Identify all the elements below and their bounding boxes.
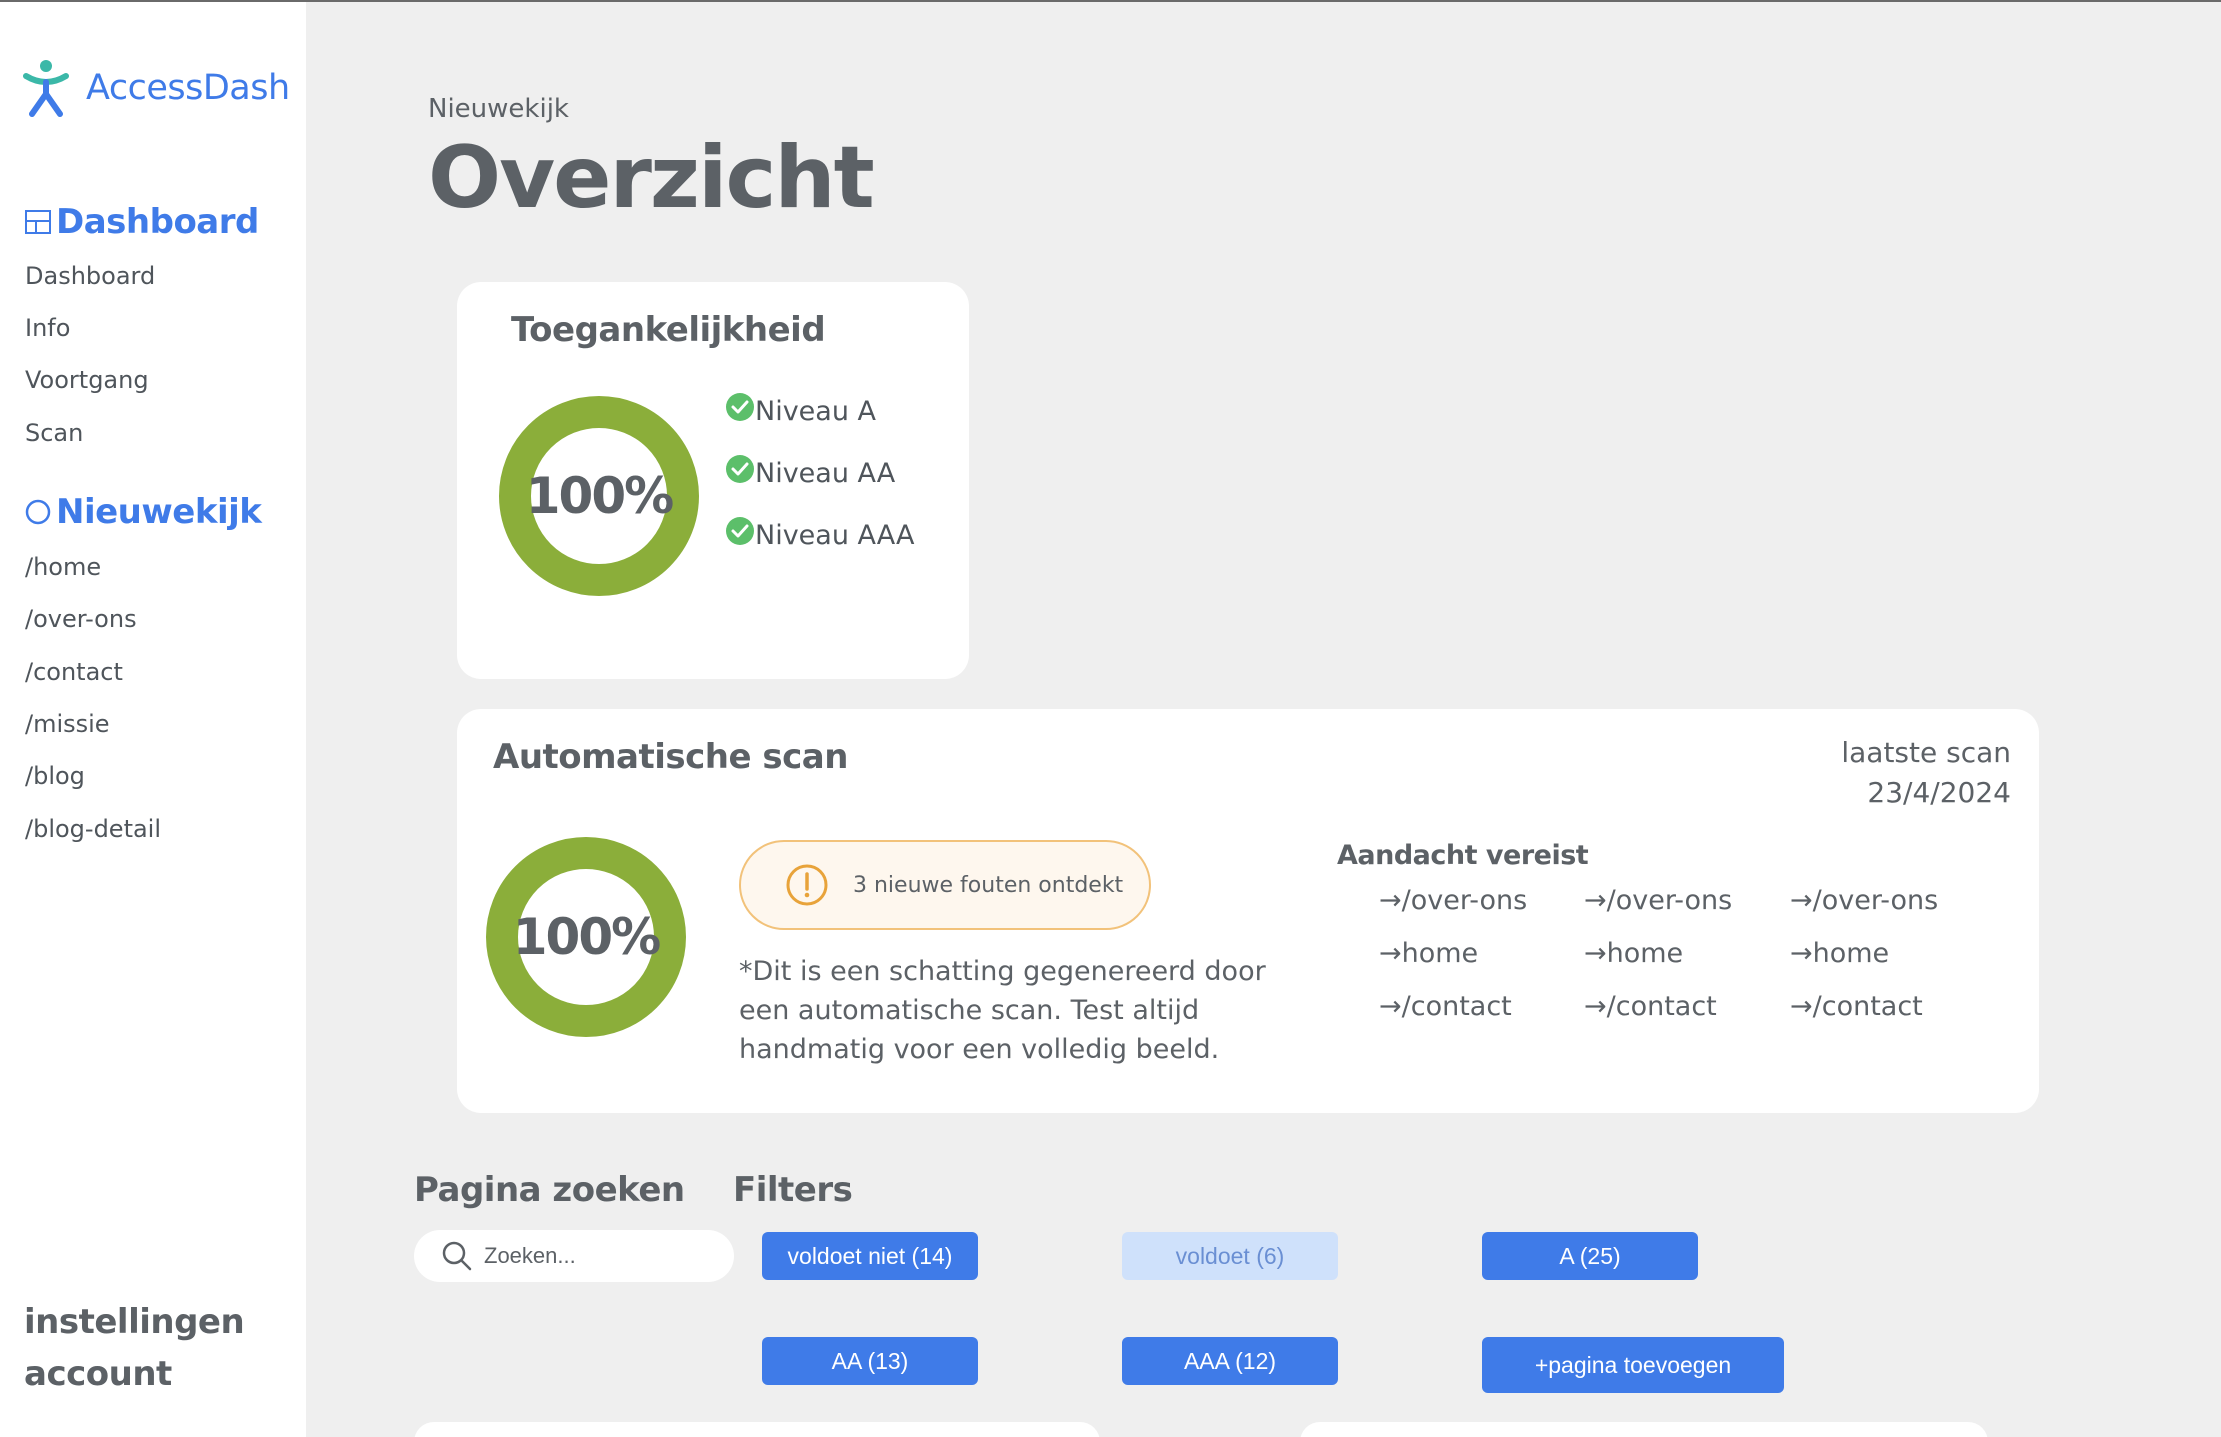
sidebar-item-over-ons[interactable]: /over-ons (25, 605, 137, 633)
attention-link[interactable]: →/contact (1379, 991, 1512, 1022)
level-row-aa: Niveau AA (725, 454, 896, 489)
circle-icon (25, 499, 51, 525)
last-scan-info: laatste scan 23/4/2024 (1841, 733, 2011, 813)
search-box[interactable] (414, 1230, 734, 1282)
alert-text: 3 nieuwe fouten ontdekt (853, 872, 1124, 898)
level-label: Niveau AA (755, 458, 896, 489)
level-row-a: Niveau A (725, 392, 876, 427)
sidebar-item-blog[interactable]: /blog (25, 762, 85, 790)
page-card[interactable] (414, 1422, 1100, 1437)
app-name: AccessDash (86, 68, 290, 108)
filter-level-aaa[interactable]: AAA (12) (1122, 1337, 1338, 1385)
last-scan-date: 23/4/2024 (1867, 776, 2011, 809)
warning-circle-icon (786, 864, 828, 906)
filter-voldoet[interactable]: voldoet (6) (1122, 1232, 1338, 1280)
attention-title: Aandacht vereist (1337, 840, 1589, 871)
last-scan-label: laatste scan (1841, 736, 2011, 769)
page-card[interactable] (1300, 1422, 1988, 1437)
filter-voldoet-niet[interactable]: voldoet niet (14) (762, 1232, 978, 1280)
window-top-border (0, 0, 2221, 2)
sidebar-item-info[interactable]: Info (25, 314, 70, 342)
attention-link[interactable]: →/over-ons (1584, 885, 1732, 916)
add-page-button[interactable]: +pagina toevoegen (1482, 1337, 1784, 1393)
sidebar-item-blog-detail[interactable]: /blog-detail (25, 815, 161, 843)
sidebar: AccessDash Dashboard Dashboard Info Voor… (0, 2, 306, 1437)
check-circle-icon (726, 392, 754, 421)
filter-level-aa[interactable]: AA (13) (762, 1337, 978, 1385)
sidebar-item-home[interactable]: /home (25, 553, 101, 581)
search-section-label: Pagina zoeken (414, 1170, 685, 1210)
level-label: Niveau A (755, 396, 876, 427)
level-row-aaa: Niveau AAA (725, 516, 915, 551)
filter-level-a[interactable]: A (25) (1482, 1232, 1698, 1280)
attention-link[interactable]: →home (1584, 938, 1683, 969)
sidebar-item-scan[interactable]: Scan (25, 419, 83, 447)
section-label: Nieuwekijk (56, 492, 262, 532)
attention-link[interactable]: →home (1379, 938, 1478, 969)
layout-icon (25, 210, 51, 234)
page-title: Overzicht (428, 128, 875, 228)
score-text: 100% (525, 467, 674, 525)
sidebar-section-dashboard[interactable]: Dashboard (24, 202, 259, 242)
level-label: Niveau AAA (755, 520, 915, 551)
accessibility-person-icon (23, 60, 69, 117)
search-input[interactable] (484, 1243, 724, 1269)
sidebar-item-account[interactable]: account (24, 1354, 172, 1394)
attention-link[interactable]: →/contact (1790, 991, 1923, 1022)
scan-score-donut: 100% (486, 837, 686, 1037)
breadcrumb[interactable]: Nieuwekijk (428, 94, 569, 124)
automatic-scan-card: Automatische scan laatste scan 23/4/2024… (457, 709, 2039, 1113)
card-title: Automatische scan (493, 737, 848, 777)
section-label: Dashboard (56, 202, 259, 242)
score-text: 100% (512, 908, 661, 966)
logo[interactable]: AccessDash (22, 58, 290, 118)
accessibility-card: Toegankelijkheid 100% Niveau A Niveau AA… (457, 282, 969, 679)
scan-disclaimer: *Dit is een schatting gegenereerd door e… (739, 956, 1266, 1065)
sidebar-item-instellingen[interactable]: instellingen (24, 1302, 245, 1342)
filters-section-label: Filters (733, 1170, 853, 1210)
attention-link[interactable]: →/over-ons (1790, 885, 1938, 916)
sidebar-item-contact[interactable]: /contact (25, 658, 123, 686)
search-icon (442, 1241, 472, 1271)
accessibility-score-donut: 100% (499, 396, 699, 596)
sidebar-section-nieuwekijk[interactable]: Nieuwekijk (24, 492, 262, 532)
attention-link[interactable]: →/contact (1584, 991, 1717, 1022)
check-circle-icon (726, 516, 754, 545)
errors-alert[interactable]: 3 nieuwe fouten ontdekt (739, 840, 1151, 930)
check-circle-icon (726, 454, 754, 483)
card-title: Toegankelijkheid (511, 310, 826, 350)
sidebar-item-dashboard[interactable]: Dashboard (25, 262, 155, 290)
sidebar-item-missie[interactable]: /missie (25, 710, 110, 738)
sidebar-item-voortgang[interactable]: Voortgang (25, 366, 149, 394)
attention-link[interactable]: →/over-ons (1379, 885, 1527, 916)
attention-link[interactable]: →home (1790, 938, 1889, 969)
